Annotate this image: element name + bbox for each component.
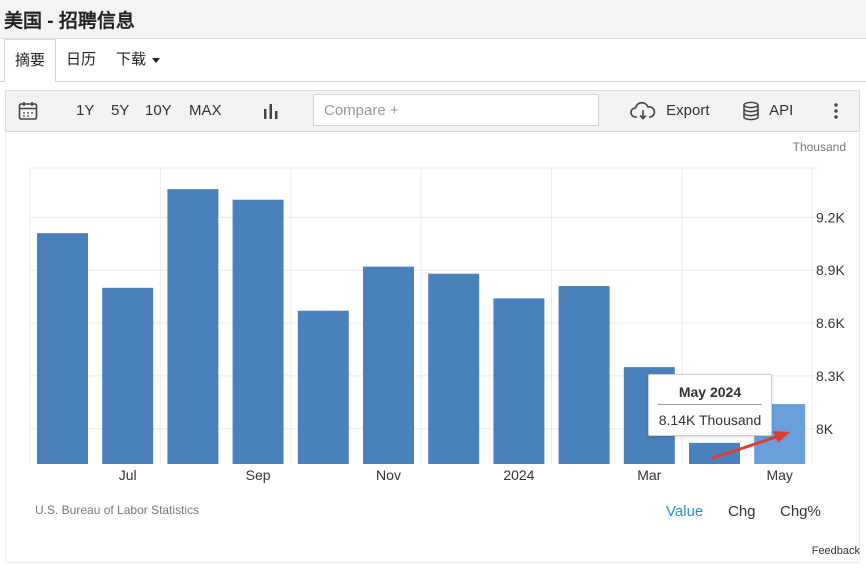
y-tick-label: 9.2K <box>816 209 845 225</box>
y-tick-label: 8K <box>816 421 834 437</box>
y-tick-label: 8.3K <box>816 368 845 384</box>
bar[interactable] <box>363 266 414 464</box>
chg-toggle-button[interactable]: Chg <box>728 503 756 520</box>
bar[interactable] <box>689 442 740 464</box>
value-toggle-button[interactable]: Value <box>666 503 703 520</box>
x-tick-label: Mar <box>637 467 661 483</box>
y-axis: 8K 8.3K 8.6K 8.9K 9.2K <box>816 209 845 436</box>
source-label: U.S. Bureau of Labor Statistics <box>35 503 200 517</box>
bar[interactable] <box>37 233 88 464</box>
y-tick-label: 8.6K <box>816 315 845 331</box>
x-axis: Jul Sep Nov 2024 Mar May <box>119 467 793 483</box>
tooltip-value: 8.14K Thousand <box>658 412 762 428</box>
y-tick-label: 8.9K <box>816 262 845 278</box>
bar[interactable] <box>102 287 154 464</box>
bar[interactable] <box>232 199 284 464</box>
feedback-link[interactable]: Feedback <box>812 545 860 557</box>
bar[interactable] <box>558 286 610 464</box>
x-tick-label: 2024 <box>503 467 534 483</box>
tooltip-title: May 2024 <box>678 384 742 400</box>
tooltip-divider <box>658 404 762 405</box>
x-tick-label: Sep <box>246 467 271 483</box>
x-tick-label: Nov <box>376 467 401 483</box>
bar[interactable] <box>297 310 349 464</box>
chg-percent-toggle-button[interactable]: Chg% <box>780 503 821 520</box>
bar[interactable] <box>493 298 545 464</box>
x-tick-label: Jul <box>119 467 137 483</box>
chart-tooltip: May 2024 8.14K Thousand <box>648 374 772 436</box>
bar[interactable] <box>167 189 219 464</box>
x-tick-label: May <box>766 467 792 483</box>
bar[interactable] <box>428 273 480 464</box>
